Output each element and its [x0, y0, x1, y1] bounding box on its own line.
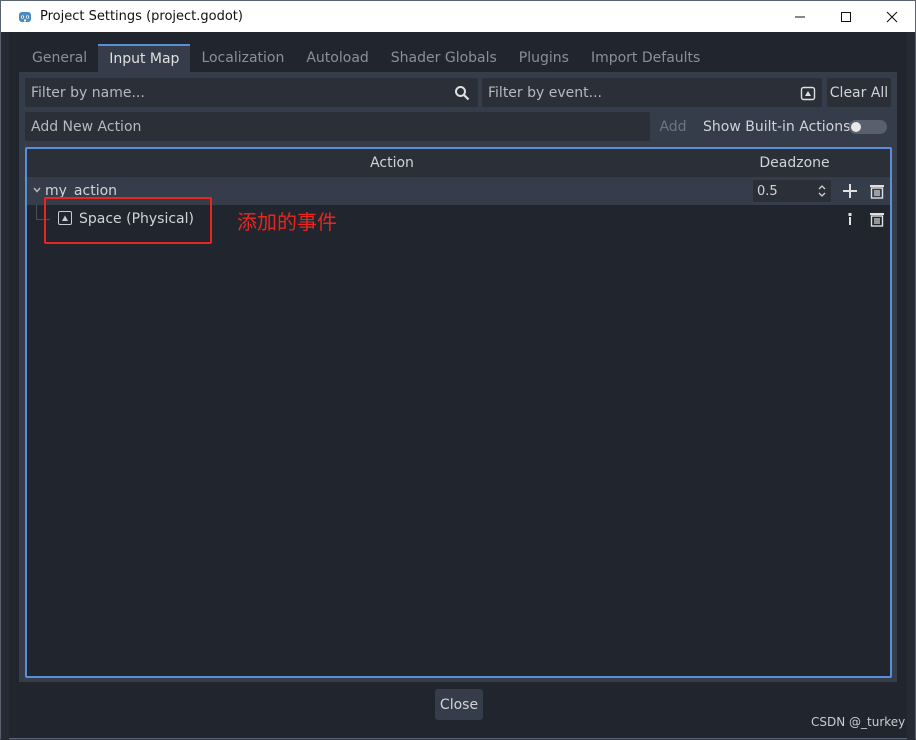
clear-all-button[interactable]: Clear All [827, 78, 891, 107]
edit-event-button[interactable] [840, 209, 860, 229]
filter-by-event-input[interactable]: Filter by event... [482, 78, 822, 107]
filter-name-placeholder: Filter by name... [31, 84, 145, 101]
trash-icon [870, 213, 884, 227]
spinner-arrows-icon[interactable] [817, 184, 827, 198]
show-builtin-label: Show Built-in Actions [703, 118, 851, 135]
background-editor-strip [1, 32, 9, 740]
settings-tabs: General Input Map Localization Autoload … [21, 44, 711, 72]
show-builtin-toggle[interactable] [849, 120, 887, 134]
title-bar[interactable]: Project Settings (project.godot) [1, 1, 915, 32]
add-action-placeholder: Add New Action [31, 118, 142, 135]
annotation-text: 添加的事件 [237, 210, 337, 234]
search-icon [455, 85, 470, 100]
add-event-button[interactable] [840, 181, 860, 201]
column-header-action: Action [370, 155, 414, 171]
filter-by-name-input[interactable]: Filter by name... [25, 78, 478, 107]
filter-event-placeholder: Filter by event... [488, 84, 602, 101]
minimize-icon [795, 16, 805, 17]
deadzone-spinbox[interactable]: 0.5 [753, 180, 831, 202]
toggle-knob [851, 122, 861, 132]
tab-localization[interactable]: Localization [190, 44, 295, 72]
add-action-button[interactable]: Add [653, 112, 693, 141]
plus-icon [843, 184, 857, 198]
maximize-icon [841, 11, 851, 22]
close-button[interactable]: Close [435, 689, 483, 720]
tree-header: Action Deadzone [27, 149, 890, 177]
close-window-button[interactable] [869, 1, 915, 32]
tab-input-map[interactable]: Input Map [98, 44, 191, 72]
tab-plugins[interactable]: Plugins [508, 44, 580, 72]
maximize-button[interactable] [823, 1, 869, 32]
tab-autoload[interactable]: Autoload [295, 44, 379, 72]
deadzone-value: 0.5 [757, 183, 778, 199]
watermark: CSDN @_turkey [811, 715, 906, 729]
column-header-deadzone: Deadzone [759, 155, 830, 171]
background-editor-strip-right [907, 32, 915, 740]
edit-icon [848, 213, 852, 225]
annotation-highlight-box [44, 197, 212, 244]
window-title: Project Settings (project.godot) [40, 9, 243, 24]
close-icon [886, 11, 898, 22]
remove-action-button[interactable] [867, 181, 887, 201]
tab-shader-globals[interactable]: Shader Globals [380, 44, 508, 72]
remove-event-button[interactable] [867, 209, 887, 229]
listen-event-icon[interactable] [800, 85, 816, 101]
chevron-down-icon[interactable] [32, 185, 42, 195]
trash-icon [870, 185, 884, 199]
tab-general[interactable]: General [21, 44, 98, 72]
tab-import-defaults[interactable]: Import Defaults [580, 44, 711, 72]
godot-logo-icon [19, 11, 31, 22]
minimize-button[interactable] [777, 1, 823, 32]
project-settings-window: Project Settings (project.godot) General… [0, 0, 916, 740]
add-new-action-input[interactable]: Add New Action [25, 112, 650, 141]
